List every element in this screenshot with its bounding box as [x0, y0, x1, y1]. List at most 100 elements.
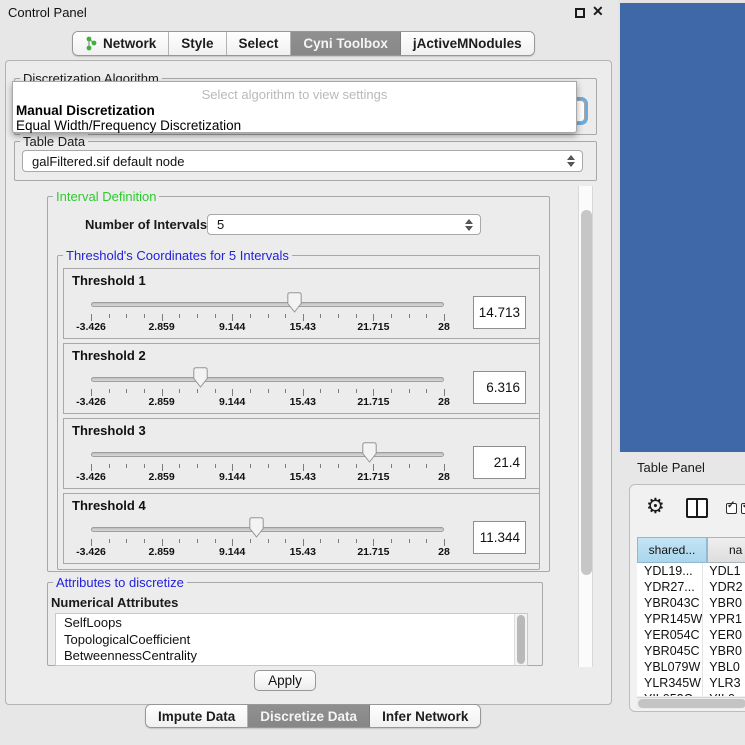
- table-row[interactable]: YDR27...YDR2: [637, 579, 745, 595]
- checkbox-icon[interactable]: [741, 503, 745, 514]
- slider-handle[interactable]: [193, 367, 208, 388]
- table-rows: YDL19...YDL1YDR27...YDR2YBR043CYBR0YPR14…: [637, 563, 745, 696]
- cell-shared-name[interactable]: YDR27...: [637, 579, 703, 595]
- cell-name[interactable]: YBR0: [703, 595, 745, 611]
- slider-tick-label: 28: [422, 471, 466, 483]
- threshold-value-field[interactable]: 6.316: [473, 371, 526, 404]
- cell-shared-name[interactable]: YIL052C: [637, 691, 703, 696]
- list-item-betweennesscentrality[interactable]: BetweennessCentrality: [56, 647, 527, 664]
- cell-shared-name[interactable]: YDL19...: [637, 563, 703, 579]
- network-icon: [85, 36, 98, 51]
- cell-name[interactable]: YIL0: [703, 691, 745, 696]
- cell-name[interactable]: YBL0: [703, 659, 745, 675]
- slider-minor-tick: [320, 389, 321, 393]
- slider-minor-tick: [179, 314, 180, 318]
- threshold-value-field[interactable]: 21.4: [473, 446, 526, 479]
- slider-handle[interactable]: [362, 442, 377, 463]
- slider-minor-tick: [109, 464, 110, 468]
- slider-tick-label: 15.43: [281, 471, 325, 483]
- tab-discretize-data[interactable]: Discretize Data: [248, 705, 370, 727]
- slider-handle[interactable]: [287, 292, 302, 313]
- slider-track[interactable]: [91, 302, 444, 307]
- cell-name[interactable]: YBR0: [703, 643, 745, 659]
- slider-minor-tick: [144, 539, 145, 543]
- slider-tick-label: 15.43: [281, 546, 325, 558]
- cell-shared-name[interactable]: YBR043C: [637, 595, 703, 611]
- window-title: Control Panel: [8, 5, 87, 20]
- threshold-panel: Threshold 4-3.4262.8599.14415.4321.71528…: [63, 493, 540, 564]
- slider-minor-tick: [268, 464, 269, 468]
- table-row[interactable]: YPR145WYPR1: [637, 611, 745, 627]
- slider-minor-tick: [250, 464, 251, 468]
- apply-button[interactable]: Apply: [254, 670, 316, 691]
- checkbox-icon[interactable]: [726, 503, 737, 514]
- slider-minor-tick: [391, 464, 392, 468]
- number-of-intervals-combo[interactable]: 5: [207, 214, 481, 235]
- table-row[interactable]: YBL079WYBL0: [637, 659, 745, 675]
- slider-track[interactable]: [91, 527, 444, 532]
- slider-minor-tick: [391, 314, 392, 318]
- scrollbar-thumb[interactable]: [581, 210, 592, 575]
- table-row[interactable]: YDL19...YDL1: [637, 563, 745, 579]
- cell-shared-name[interactable]: YBL079W: [637, 659, 703, 675]
- scrollbar-thumb[interactable]: [517, 615, 525, 664]
- tab-infer-network[interactable]: Infer Network: [370, 705, 480, 727]
- menu-item-equal-width-frequency[interactable]: Equal Width/Frequency Discretization: [16, 118, 241, 133]
- slider-track[interactable]: [91, 377, 444, 382]
- gear-icon[interactable]: ⚙: [646, 494, 665, 518]
- slider-major-tick: [162, 389, 163, 396]
- slider-tick-label: -3.426: [69, 546, 113, 558]
- tab-select[interactable]: Select: [227, 32, 292, 55]
- cell-name[interactable]: YDR2: [703, 579, 745, 595]
- split-columns-icon[interactable]: [686, 498, 708, 518]
- table-row[interactable]: YLR345WYLR3: [637, 675, 745, 691]
- table-row[interactable]: YBR043CYBR0: [637, 595, 745, 611]
- scrollbar-thumb[interactable]: [638, 699, 745, 708]
- table-data-combo[interactable]: galFiltered.sif default node: [22, 150, 583, 172]
- tab-impute-data[interactable]: Impute Data: [146, 705, 248, 727]
- slider-minor-tick: [126, 464, 127, 468]
- cell-name[interactable]: YLR3: [703, 675, 745, 691]
- cell-shared-name[interactable]: YBR045C: [637, 643, 703, 659]
- cell-shared-name[interactable]: YER054C: [637, 627, 703, 643]
- slider-tick-label: 9.144: [210, 546, 254, 558]
- table-row[interactable]: YIL052CYIL0: [637, 691, 745, 696]
- list-item-selfloops[interactable]: SelfLoops: [56, 614, 527, 631]
- network-window-frame: GAL80G.CGAL11GAL4GCY1HHAP2: [620, 3, 745, 452]
- slider-track[interactable]: [91, 452, 444, 457]
- column-header-name[interactable]: na: [707, 537, 745, 563]
- slider-minor-tick: [179, 389, 180, 393]
- tab-label: Network: [103, 36, 156, 51]
- slider-minor-tick: [109, 389, 110, 393]
- slider-minor-tick: [268, 539, 269, 543]
- threshold-value-field[interactable]: 14.713: [473, 296, 526, 329]
- cell-shared-name[interactable]: YLR345W: [637, 675, 703, 691]
- close-icon[interactable]: ✕: [592, 3, 604, 20]
- float-window-icon[interactable]: [575, 8, 585, 18]
- slider-minor-tick: [409, 389, 410, 393]
- numerical-attributes-list[interactable]: SelfLoops TopologicalCoefficient Between…: [55, 613, 528, 666]
- attributes-scrollbar[interactable]: [514, 614, 527, 665]
- algorithm-placeholder: Select algorithm to view settings: [13, 87, 576, 102]
- panel-vertical-scrollbar[interactable]: [578, 186, 593, 667]
- tab-cyni-toolbox[interactable]: Cyni Toolbox: [291, 32, 401, 55]
- menu-item-manual-discretization[interactable]: Manual Discretization: [16, 103, 155, 118]
- table-row[interactable]: YER054CYER0: [637, 627, 745, 643]
- table-horizontal-scrollbar[interactable]: [637, 697, 745, 709]
- combo-stepper-icon: [465, 215, 473, 234]
- cell-name[interactable]: YPR1: [703, 611, 745, 627]
- list-item-topologicalcoefficient[interactable]: TopologicalCoefficient: [56, 631, 527, 648]
- tab-style[interactable]: Style: [169, 32, 226, 55]
- tab-network[interactable]: Network: [73, 32, 169, 55]
- threshold-label: Threshold 1: [72, 273, 146, 288]
- tab-jactivemnodules[interactable]: jActiveMNodules: [401, 32, 534, 55]
- table-row[interactable]: YBR045CYBR0: [637, 643, 745, 659]
- cell-name[interactable]: YER0: [703, 627, 745, 643]
- cell-name[interactable]: YDL1: [703, 563, 745, 579]
- column-header-shared-name[interactable]: shared...: [637, 537, 707, 563]
- cell-shared-name[interactable]: YPR145W: [637, 611, 703, 627]
- slider-minor-tick: [197, 389, 198, 393]
- slider-handle[interactable]: [249, 517, 264, 538]
- threshold-value-field[interactable]: 11.344: [473, 521, 526, 554]
- slider-tick-label: 2.859: [140, 396, 184, 408]
